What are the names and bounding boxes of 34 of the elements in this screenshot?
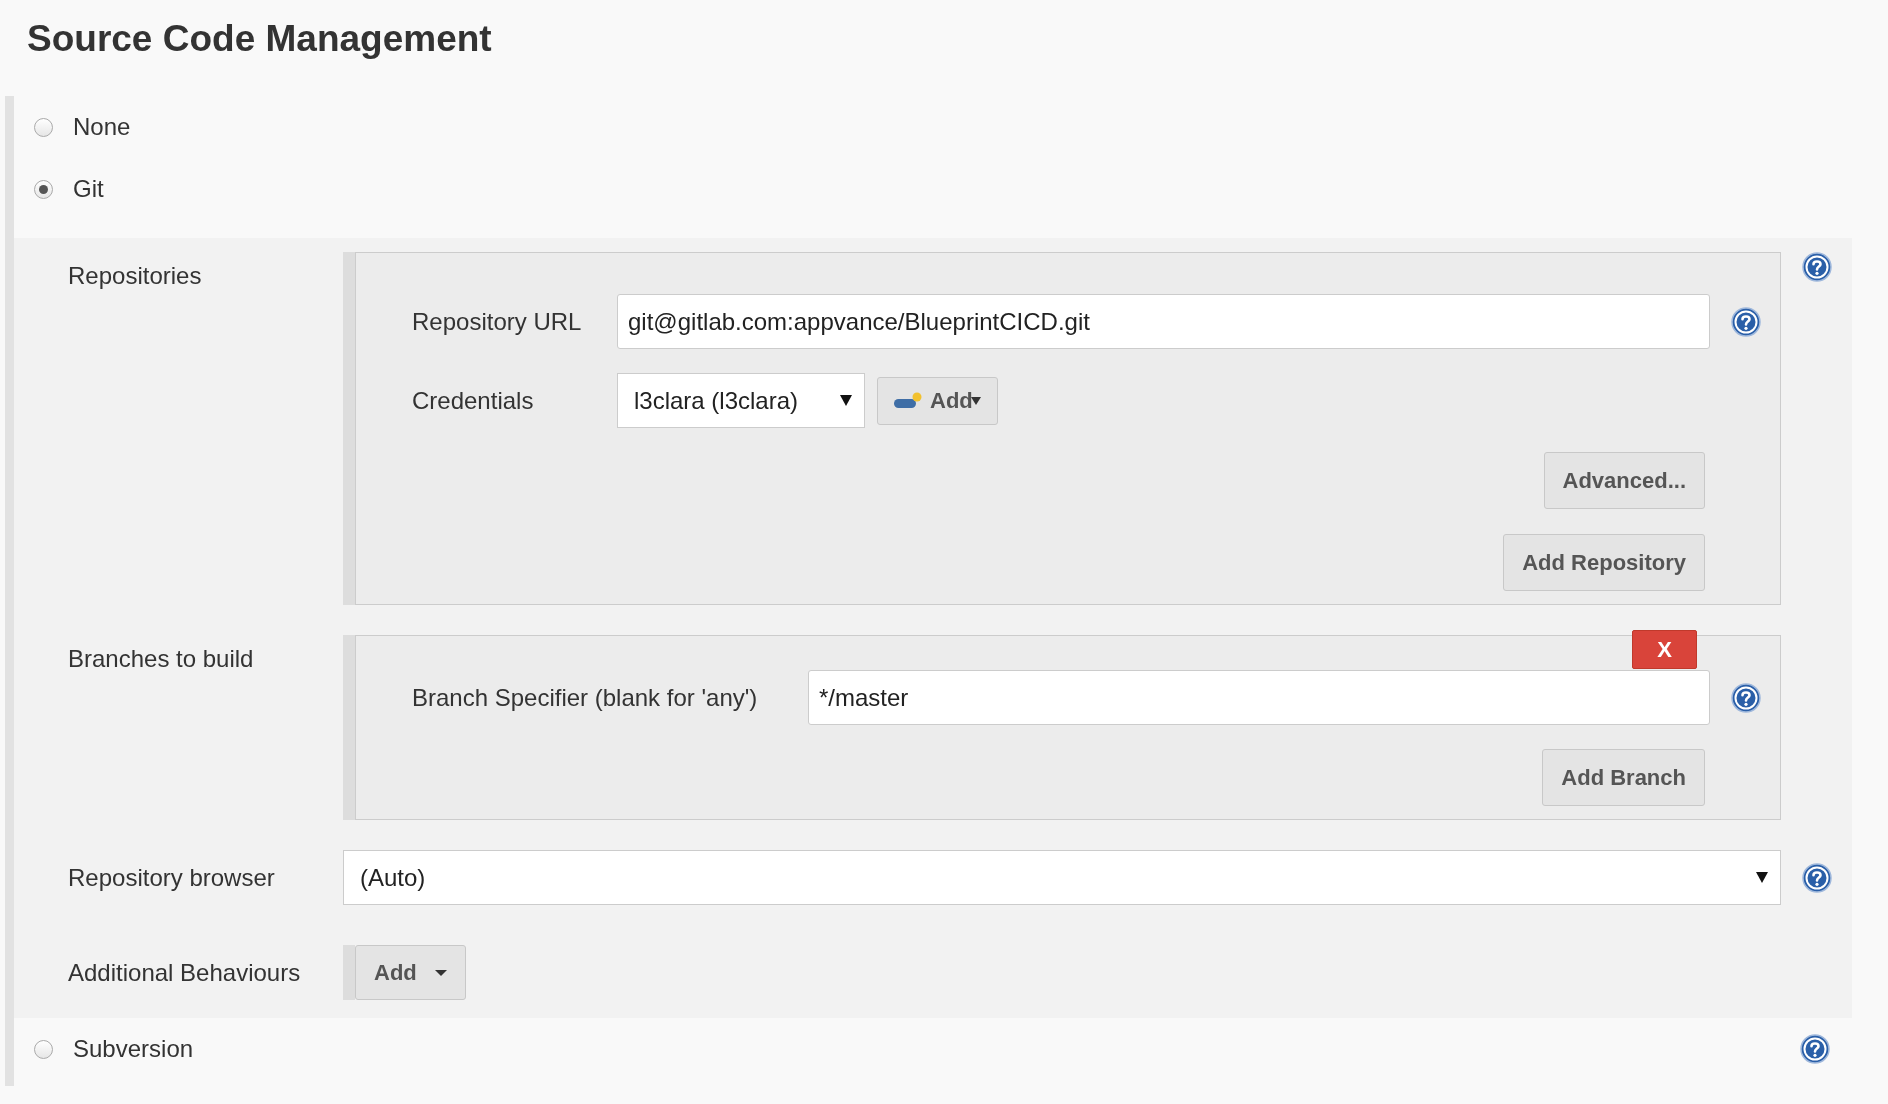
radio-button[interactable] — [34, 117, 53, 137]
text-field[interactable]: git@gitlab.com:appvance/BlueprintCICD.git — [617, 294, 1710, 349]
field-label: Credentials — [412, 386, 535, 415]
option-label[interactable]: Git — [73, 175, 104, 203]
field-label: Repositories — [67, 261, 203, 290]
action-button[interactable]: Add Repository — [1503, 534, 1705, 591]
radio-button[interactable] — [34, 179, 53, 199]
caret-icon — [434, 969, 447, 976]
add-button[interactable]: Add — [877, 376, 998, 425]
field-label: Repository URL — [412, 307, 583, 336]
delete-button[interactable]: X — [1632, 630, 1697, 669]
help-icon[interactable] — [1730, 306, 1761, 337]
dropdown-field[interactable]: (Auto) — [343, 850, 1781, 905]
action-button[interactable]: Advanced... — [1543, 452, 1705, 509]
option-label[interactable]: Subversion — [73, 1035, 194, 1063]
caret-icon — [970, 396, 981, 405]
key-icon — [894, 391, 922, 410]
help-icon[interactable] — [1730, 682, 1761, 713]
help-icon[interactable] — [1799, 1034, 1830, 1064]
help-icon[interactable] — [1801, 252, 1832, 282]
radio-button[interactable] — [34, 1039, 53, 1059]
caret-icon — [840, 395, 852, 406]
field-label: Additional Behaviours — [67, 958, 302, 987]
field-label: Repository browser — [67, 863, 276, 892]
option-label[interactable]: None — [73, 113, 131, 141]
dropdown-field[interactable]: l3clara (l3clara) — [617, 373, 865, 428]
action-button[interactable]: Add Branch — [1542, 749, 1705, 806]
add-button[interactable]: Add — [355, 945, 466, 1000]
text-field[interactable]: */master — [808, 670, 1710, 725]
field-label: Branches to build — [67, 644, 255, 673]
caret-icon — [1756, 872, 1768, 883]
field-label: Branch Specifier (blank for 'any') — [412, 683, 759, 712]
help-icon[interactable] — [1801, 862, 1832, 893]
section-title: Source Code Management — [26, 17, 493, 61]
